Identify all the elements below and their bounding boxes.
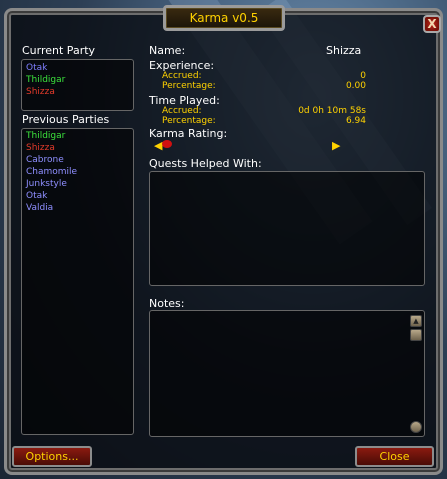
karma-left-arrow-icon: ◀ [154, 139, 163, 152]
scroll-down-icon[interactable] [410, 421, 422, 433]
list-item[interactable]: Junkstyle [26, 179, 67, 189]
exp-accrued-label: Accrued: [162, 71, 202, 81]
list-item[interactable]: Valdia [26, 203, 53, 213]
window-title: Karma v0.5 [163, 5, 285, 31]
notes-label: Notes: [149, 297, 185, 310]
options-button[interactable]: Options... [12, 446, 92, 467]
exp-percentage-label: Percentage: [162, 81, 216, 91]
exp-accrued-value: 0 [360, 71, 366, 81]
karma-right-arrow-icon: ▶ [332, 139, 341, 152]
list-item[interactable]: Thildigar [26, 75, 65, 85]
list-item[interactable]: Chamomile [26, 167, 77, 177]
time-percentage-label: Percentage: [162, 116, 216, 126]
scroll-thumb[interactable] [410, 329, 422, 341]
current-party-heading: Current Party [22, 44, 96, 57]
previous-parties-list: Thildigar Shizza Cabrone Chamomile Junks… [21, 128, 134, 435]
list-item[interactable]: Otak [26, 191, 47, 201]
list-item[interactable]: Otak [26, 63, 47, 73]
notes-textarea[interactable]: ▲ [149, 310, 425, 437]
quests-helped-box [149, 171, 425, 286]
list-item[interactable]: Shizza [26, 143, 55, 153]
scroll-up-icon[interactable]: ▲ [410, 315, 422, 327]
close-button[interactable]: Close [355, 446, 434, 467]
list-item[interactable]: Thildigar [26, 131, 65, 141]
time-accrued-value: 0d 0h 10m 58s [298, 106, 366, 116]
previous-parties-heading: Previous Parties [22, 113, 110, 126]
current-party-list: Otak Thildigar Shizza [21, 59, 134, 111]
list-item[interactable]: Cabrone [26, 155, 64, 165]
list-item[interactable]: Shizza [26, 87, 55, 97]
name-value: Shizza [326, 44, 362, 57]
exp-percentage-value: 0.00 [345, 81, 366, 91]
time-percentage-value: 6.94 [345, 116, 366, 126]
name-label: Name: [149, 44, 186, 57]
time-accrued-label: Accrued: [162, 106, 202, 116]
karma-marker [162, 140, 172, 148]
quests-helped-label: Quests Helped With: [149, 157, 262, 170]
close-icon[interactable]: X [423, 15, 441, 33]
